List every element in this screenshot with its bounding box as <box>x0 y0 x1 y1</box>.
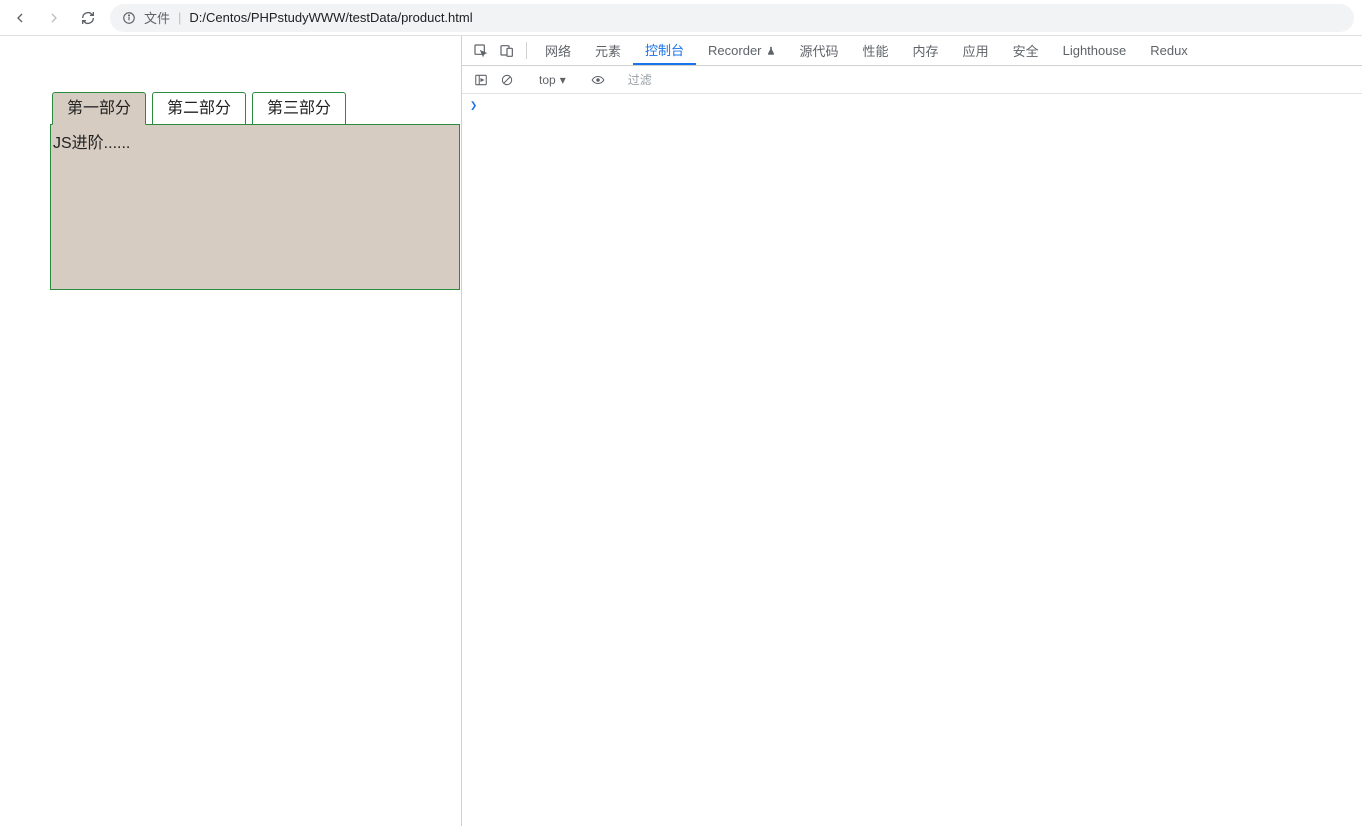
browser-chrome: 文件 | D:/Centos/PHPstudyWWW/testData/prod… <box>0 0 1362 36</box>
tab-label: Lighthouse <box>1063 43 1127 58</box>
tab-label: 第一部分 <box>67 100 131 117</box>
execution-context-select[interactable]: top ▾ <box>533 73 572 87</box>
console-prompt[interactable]: ❯ <box>470 98 1354 112</box>
panel-content: JS进阶...... <box>53 135 130 152</box>
tab-redux[interactable]: Redux <box>1138 36 1200 65</box>
context-label: top <box>539 73 556 87</box>
recorder-experiment-icon <box>766 45 776 57</box>
address-bar[interactable]: 文件 | D:/Centos/PHPstudyWWW/testData/prod… <box>110 4 1354 32</box>
console-toolbar: top ▾ <box>462 66 1362 94</box>
tab-recorder[interactable]: Recorder <box>696 36 787 65</box>
forward-button[interactable] <box>42 6 66 30</box>
site-info-icon[interactable] <box>122 11 136 25</box>
live-expression-icon[interactable] <box>585 73 611 87</box>
tab-security[interactable]: 安全 <box>1001 36 1051 65</box>
tab-label: 元素 <box>595 41 621 60</box>
devtools-panel: 网络 元素 控制台 Recorder 源代码 性能 内存 应用 安全 Light… <box>462 36 1362 826</box>
tab-console[interactable]: 控制台 <box>633 36 696 65</box>
tab-list: 第一部分 第二部分 第三部分 <box>50 92 460 125</box>
devtools-tab-strip: 网络 元素 控制台 Recorder 源代码 性能 内存 应用 安全 Light… <box>462 36 1362 66</box>
clear-console-icon[interactable] <box>494 73 520 87</box>
tab-label: 性能 <box>863 41 889 60</box>
console-sidebar-toggle-icon[interactable] <box>468 73 494 87</box>
console-filter-input[interactable] <box>624 71 787 89</box>
tab-part-2[interactable]: 第二部分 <box>152 92 246 125</box>
tab-application[interactable]: 应用 <box>951 36 1001 65</box>
tab-performance[interactable]: 性能 <box>851 36 901 65</box>
tab-label: 第二部分 <box>167 100 231 117</box>
prompt-caret-icon: ❯ <box>470 98 477 112</box>
tab-memory[interactable]: 内存 <box>901 36 951 65</box>
tab-label: 控制台 <box>645 40 684 59</box>
tab-label: 应用 <box>963 41 989 60</box>
chevron-down-icon: ▾ <box>560 73 566 87</box>
tab-label: 源代码 <box>800 41 839 60</box>
tab-part-3[interactable]: 第三部分 <box>252 92 346 125</box>
back-button[interactable] <box>8 6 32 30</box>
tab-label: 第三部分 <box>267 100 331 117</box>
tab-label: Recorder <box>708 43 761 58</box>
tab-lighthouse[interactable]: Lighthouse <box>1051 36 1139 65</box>
tab-label: 内存 <box>913 41 939 60</box>
tab-sources[interactable]: 源代码 <box>788 36 851 65</box>
tab-label: Redux <box>1150 43 1188 58</box>
divider <box>526 42 527 59</box>
reload-button[interactable] <box>76 6 100 30</box>
tab-panel: JS进阶...... <box>50 124 460 290</box>
page-viewport: 第一部分 第二部分 第三部分 JS进阶...... <box>0 36 462 826</box>
console-output[interactable]: ❯ <box>462 94 1362 826</box>
tab-label: 安全 <box>1013 41 1039 60</box>
content-split: 第一部分 第二部分 第三部分 JS进阶...... <box>0 36 1362 826</box>
tab-label: 网络 <box>545 41 571 60</box>
inspect-element-icon[interactable] <box>468 36 494 65</box>
device-toolbar-icon[interactable] <box>494 36 520 65</box>
address-url: D:/Centos/PHPstudyWWW/testData/product.h… <box>189 10 1342 25</box>
address-protocol-label: 文件 <box>144 8 170 27</box>
tab-widget: 第一部分 第二部分 第三部分 JS进阶...... <box>50 92 460 290</box>
tab-elements[interactable]: 元素 <box>583 36 633 65</box>
tab-network[interactable]: 网络 <box>533 36 583 65</box>
tab-part-1[interactable]: 第一部分 <box>52 92 146 125</box>
address-separator: | <box>178 10 181 25</box>
